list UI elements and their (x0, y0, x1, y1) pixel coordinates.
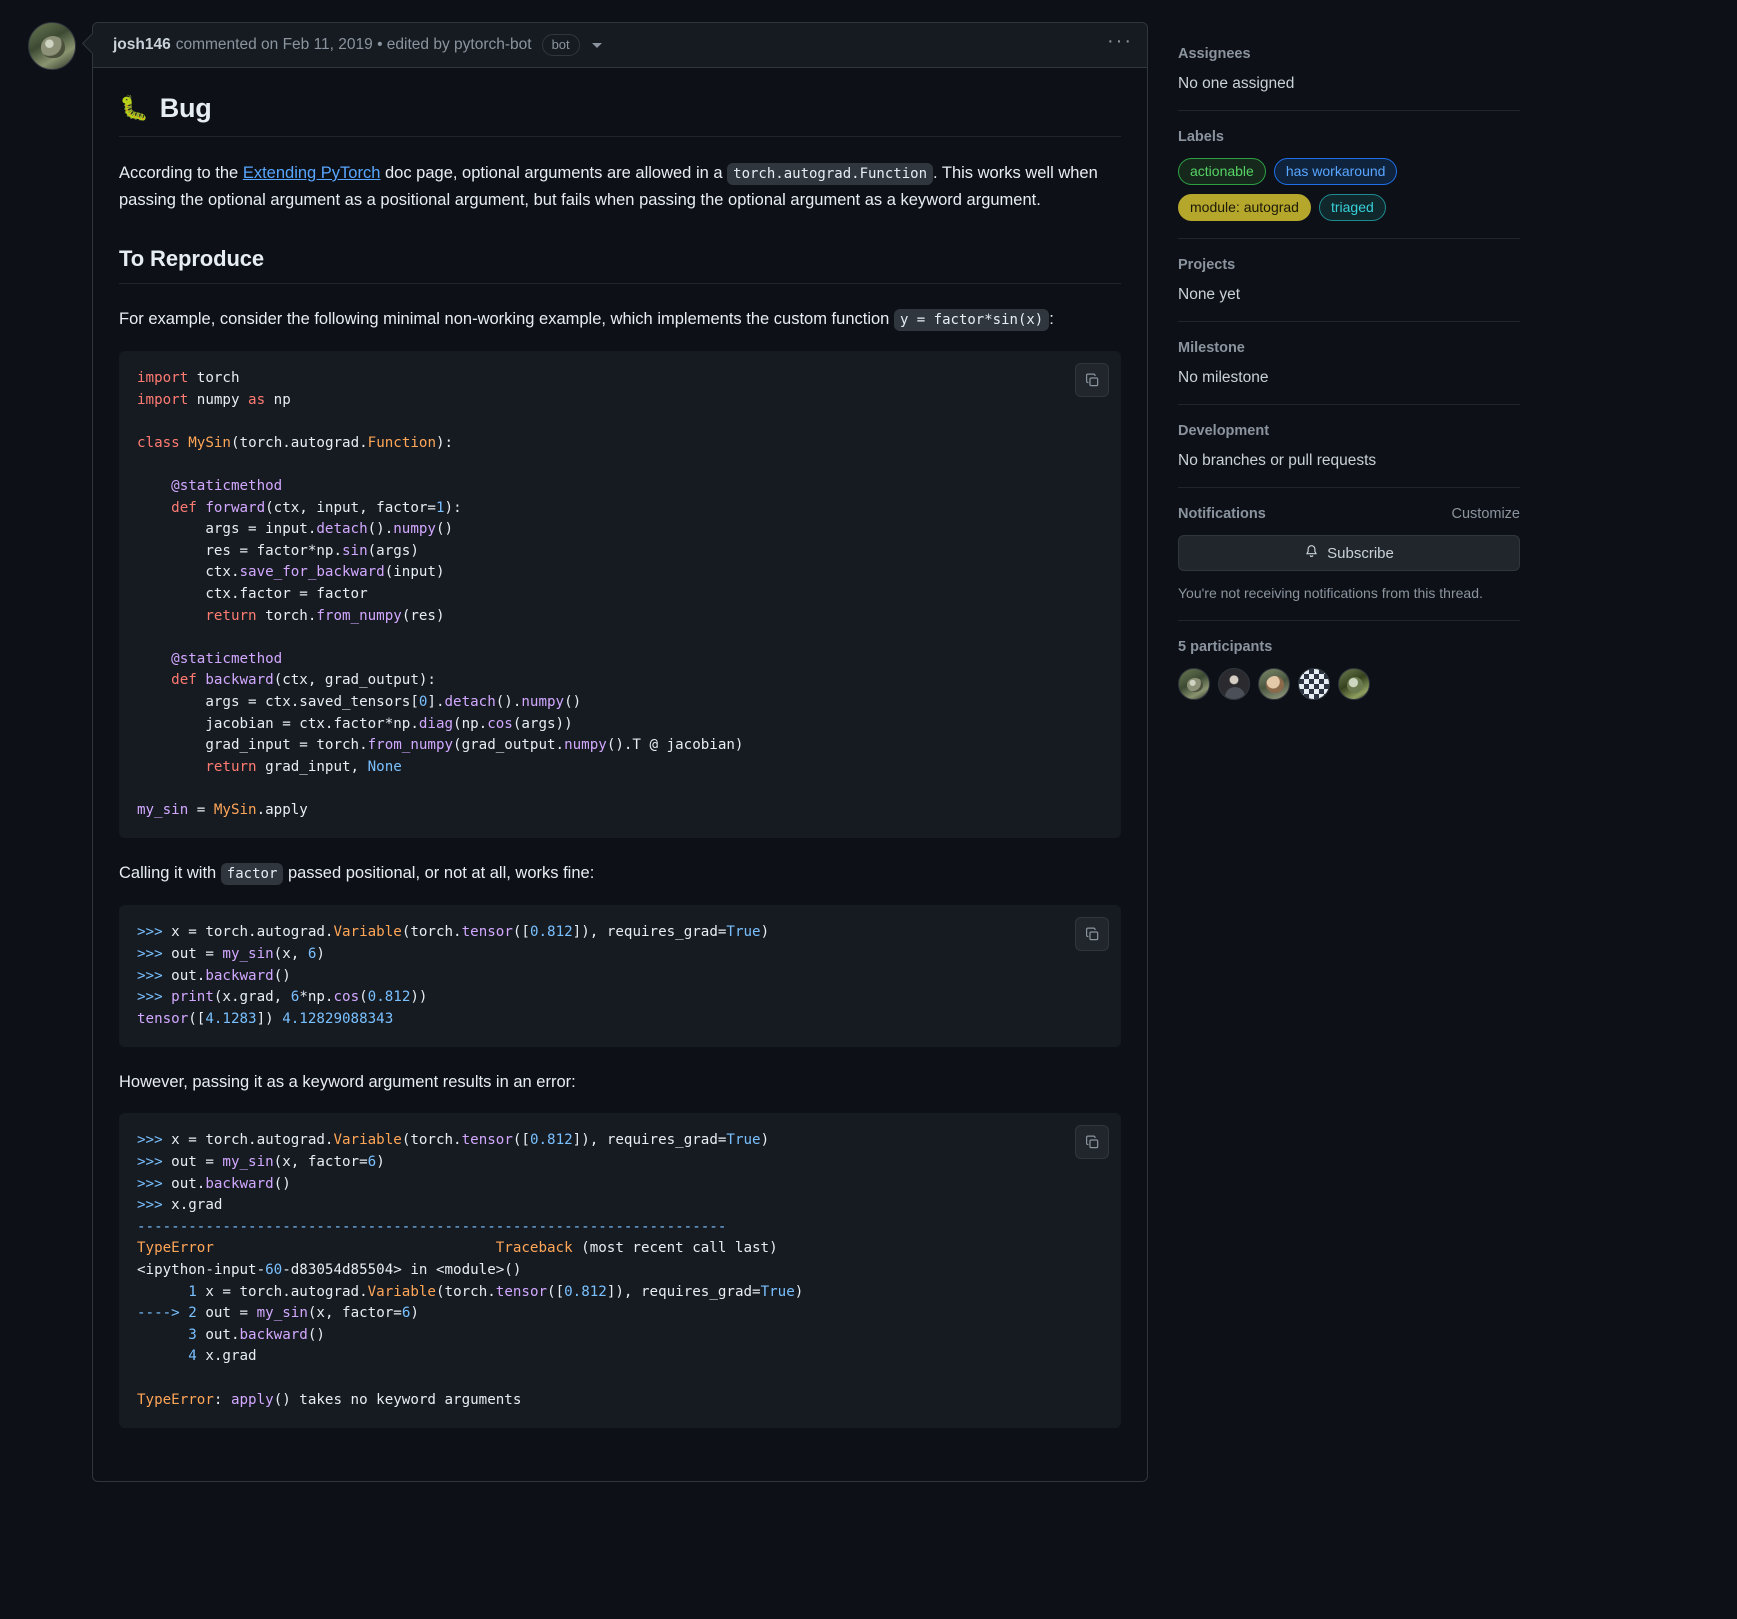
however-paragraph: However, passing it as a keyword argumen… (119, 1073, 576, 1092)
label-pill[interactable]: has workaround (1273, 158, 1398, 185)
bug-heading-text: Bug (159, 93, 212, 123)
customize-link[interactable]: Customize (1452, 506, 1521, 522)
repro-text-2: : (1049, 310, 1054, 328)
calling-text-1: Calling it with (119, 864, 221, 883)
participant-avatar[interactable] (1258, 668, 1290, 700)
inline-code-formula: y = factor*sin(x) (893, 309, 1050, 331)
participants-title: 5 participants (1178, 639, 1273, 655)
code-block-error: >>> x = torch.autograd.Variable(torch.te… (119, 1113, 1121, 1429)
copy-icon[interactable] (1075, 917, 1109, 952)
bug-icon: 🐛 (119, 94, 149, 122)
extending-pytorch-link[interactable]: Extending PyTorch (243, 164, 381, 182)
repro-text-1: For example, consider the following mini… (119, 310, 894, 328)
milestone-header[interactable]: Milestone (1178, 340, 1520, 356)
main-column: josh146 commented on Feb 11, 2019 • edit… (0, 22, 1148, 1482)
projects-header[interactable]: Projects (1178, 257, 1520, 273)
comment-header: josh146 commented on Feb 11, 2019 • edit… (93, 23, 1147, 68)
label-pill[interactable]: triaged (1318, 194, 1386, 221)
bot-badge: bot (541, 34, 580, 56)
assignees-section: Assignees No one assigned (1178, 46, 1520, 111)
subscribe-label: Subscribe (1327, 544, 1394, 562)
assignees-header[interactable]: Assignees (1178, 46, 1520, 62)
comment-row: josh146 commented on Feb 11, 2019 • edit… (28, 22, 1148, 1482)
issue-page: josh146 commented on Feb 11, 2019 • edit… (0, 0, 1737, 1482)
development-section: Development No branches or pull requests (1178, 423, 1520, 488)
issue-sidebar: Assignees No one assigned Labels actiona… (1148, 22, 1548, 735)
code-content-1: import torch import numpy as np class My… (137, 370, 744, 818)
participant-avatar[interactable] (1298, 668, 1330, 700)
development-header[interactable]: Development (1178, 423, 1520, 439)
comment-box: josh146 commented on Feb 11, 2019 • edit… (92, 22, 1148, 1482)
notifications-header: Notifications Customize (1178, 506, 1520, 522)
intro-text-2: doc page, optional arguments are allowed… (380, 164, 728, 182)
bell-icon (1304, 544, 1319, 563)
inline-code-function: torch.autograd.Function (727, 163, 934, 185)
projects-title: Projects (1178, 257, 1236, 273)
labels-list: actionable has workaround module: autograd… (1178, 158, 1520, 221)
milestone-section: Milestone No milestone (1178, 340, 1520, 405)
participant-avatar[interactable] (1178, 668, 1210, 700)
participants-section: 5 participants (1178, 639, 1520, 717)
projects-section: Projects None yet (1178, 257, 1520, 322)
code-content-2: >>> x = torch.autograd.Variable(torch.te… (137, 924, 770, 1027)
development-title: Development (1178, 423, 1270, 439)
avatar[interactable] (28, 22, 76, 70)
labels-title: Labels (1178, 129, 1224, 145)
kebab-menu-icon[interactable]: ··· (1107, 31, 1133, 54)
participants-header: 5 participants (1178, 639, 1520, 655)
comment-meta: commented on Feb 11, 2019 • edited by py… (175, 36, 532, 53)
participants-avatars (1178, 668, 1520, 700)
participant-avatar[interactable] (1218, 668, 1250, 700)
page-title: 🐛 Bug (119, 93, 1121, 137)
code-block-definition: import torch import numpy as np class My… (119, 351, 1121, 839)
label-pill[interactable]: module: autograd (1178, 194, 1311, 221)
intro-text-1: According to the (119, 164, 243, 182)
copy-icon[interactable] (1075, 1125, 1109, 1160)
copy-icon[interactable] (1075, 363, 1109, 397)
code-block-working: >>> x = torch.autograd.Variable(torch.te… (119, 905, 1121, 1048)
reproduce-paragraph: For example, consider the following mini… (119, 306, 1121, 333)
to-reproduce-heading: To Reproduce (119, 246, 1121, 284)
notifications-title: Notifications (1178, 506, 1266, 522)
notifications-note: You're not receiving notifications from … (1178, 585, 1483, 601)
development-value: No branches or pull requests (1178, 452, 1377, 469)
assignees-value: No one assigned (1178, 75, 1295, 92)
labels-section: Labels actionable has workaround module: a… (1178, 129, 1520, 239)
milestone-value: No milestone (1178, 369, 1269, 386)
labels-header[interactable]: Labels (1178, 129, 1520, 145)
intro-paragraph: According to the Extending PyTorch doc p… (119, 160, 1121, 213)
calling-paragraph: Calling it with factor passed positional… (119, 860, 1121, 887)
assignees-title: Assignees (1178, 46, 1251, 62)
label-pill[interactable]: actionable (1178, 158, 1266, 185)
comment-body: 🐛 Bug According to the Extending PyTorch… (93, 68, 1147, 1480)
inline-code-factor: factor (220, 863, 284, 886)
comment-author[interactable]: josh146 (113, 36, 171, 54)
subscribe-button[interactable]: Subscribe (1178, 535, 1520, 571)
participant-avatar[interactable] (1338, 668, 1370, 700)
projects-value: None yet (1178, 286, 1241, 303)
chevron-down-icon[interactable] (591, 42, 602, 48)
code-content-3: >>> x = torch.autograd.Variable(torch.te… (137, 1132, 804, 1408)
calling-text-2: passed positional, or not at all, works … (283, 864, 595, 883)
notifications-section: Notifications Customize Subscribe You're… (1178, 506, 1520, 621)
milestone-title: Milestone (1178, 340, 1245, 356)
